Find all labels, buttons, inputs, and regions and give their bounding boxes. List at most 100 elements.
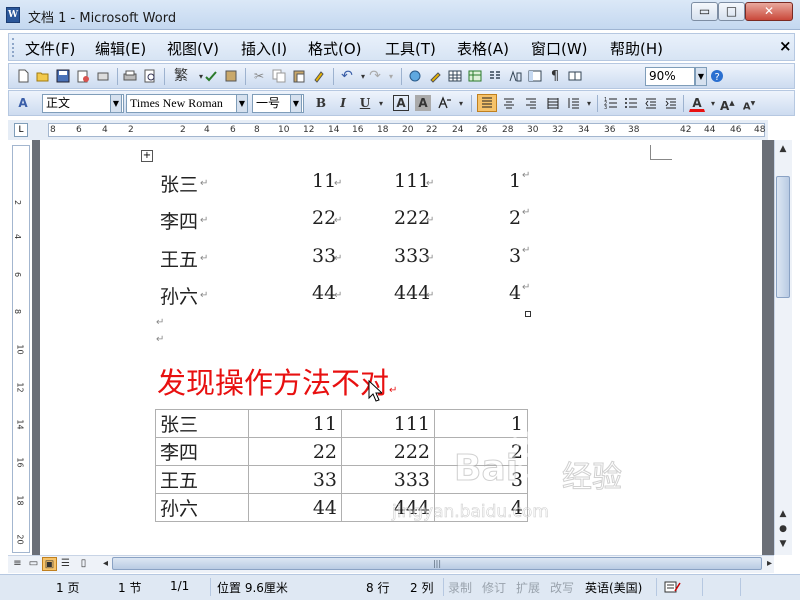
font-combo[interactable]: Times New Roman: [126, 94, 248, 113]
table-move-handle-icon[interactable]: +: [141, 150, 153, 162]
align-right-icon[interactable]: [523, 95, 539, 111]
bullets-icon[interactable]: [623, 95, 639, 111]
shrink-font-icon[interactable]: A▼: [741, 95, 757, 112]
spelling-icon[interactable]: [203, 68, 219, 84]
redo-dropdown-icon[interactable]: ▾: [383, 68, 399, 84]
read-icon[interactable]: [567, 68, 583, 84]
horizontal-scroll-thumb[interactable]: |||: [112, 557, 762, 570]
scroll-right-icon[interactable]: ▸: [762, 557, 777, 571]
redo-icon[interactable]: ↷: [367, 68, 383, 84]
status-language[interactable]: 英语(美国): [585, 579, 642, 596]
bold-button[interactable]: B: [313, 95, 329, 111]
menu-file[interactable]: 文件(F): [25, 38, 75, 59]
table-cell-b[interactable]: 222: [341, 437, 435, 466]
font-dropdown-icon[interactable]: ▼: [236, 94, 248, 113]
underline-dropdown-icon[interactable]: ▾: [373, 95, 389, 111]
menu-insert[interactable]: 插入(I): [241, 38, 287, 59]
document-map-icon[interactable]: [527, 68, 543, 84]
style-dropdown-icon[interactable]: ▼: [110, 94, 122, 113]
table-cell-name[interactable]: 李四: [155, 437, 249, 466]
font-color-button[interactable]: A: [689, 95, 705, 112]
columns-icon[interactable]: [487, 68, 503, 84]
align-justify-button[interactable]: [477, 94, 497, 112]
italic-button[interactable]: I: [335, 95, 351, 111]
menu-edit[interactable]: 编辑(E): [95, 38, 146, 59]
save-icon[interactable]: [55, 68, 71, 84]
insert-table-icon[interactable]: [447, 68, 463, 84]
tabbed-row[interactable]: 王五 ↵ 33 ↵ 333 ↵ 3 ↵: [160, 245, 540, 271]
styles-pane-icon[interactable]: A: [15, 95, 31, 111]
table-cell-a[interactable]: 44: [248, 493, 342, 522]
reading-view-icon[interactable]: ▯: [76, 557, 91, 571]
table-cell-name[interactable]: 张三: [155, 409, 249, 438]
show-hide-icon[interactable]: ¶: [547, 68, 563, 84]
table-cell-b[interactable]: 111: [341, 409, 435, 438]
copy-icon[interactable]: [271, 68, 287, 84]
underline-button[interactable]: U: [357, 95, 373, 111]
decrease-indent-icon[interactable]: [643, 95, 659, 111]
table-cell-name[interactable]: 王五: [155, 465, 249, 494]
open-folder-icon[interactable]: [35, 68, 51, 84]
tabbed-row[interactable]: 李四 ↵ 22 ↵ 222 ↵ 2 ↵: [160, 207, 540, 233]
help-icon[interactable]: ?: [709, 68, 725, 84]
menu-format[interactable]: 格式(O): [308, 38, 362, 59]
minimize-button[interactable]: ▭: [691, 2, 718, 21]
research-icon[interactable]: [223, 68, 239, 84]
traditional-chinese-button[interactable]: 繁: [170, 68, 192, 84]
email-icon[interactable]: [95, 68, 111, 84]
zoom-dropdown-icon[interactable]: ▼: [695, 67, 707, 86]
menu-tools[interactable]: 工具(T): [385, 38, 436, 59]
numbering-icon[interactable]: 123: [603, 95, 619, 111]
browse-object-icon[interactable]: ●: [776, 523, 790, 537]
drawing-icon[interactable]: [507, 68, 523, 84]
new-document-icon[interactable]: [15, 68, 31, 84]
table-resize-handle[interactable]: [525, 311, 531, 317]
line-spacing-icon[interactable]: [565, 95, 581, 111]
status-track-changes[interactable]: 修订: [482, 579, 506, 596]
scroll-left-icon[interactable]: ◂: [98, 557, 113, 571]
char-shading-button[interactable]: A: [415, 95, 431, 111]
insert-excel-icon[interactable]: [467, 68, 483, 84]
table-cell-a[interactable]: 11: [248, 409, 342, 438]
menu-window[interactable]: 窗口(W): [531, 38, 588, 59]
tables-borders-icon[interactable]: [427, 68, 443, 84]
status-overtype[interactable]: 改写: [550, 579, 574, 596]
table-cell-a[interactable]: 22: [248, 437, 342, 466]
grow-font-icon[interactable]: A▲: [719, 95, 735, 113]
cut-icon[interactable]: ✂: [251, 68, 267, 84]
spelling-status-icon[interactable]: [664, 580, 682, 597]
tabbed-row[interactable]: 孙六 ↵ 44 ↵ 444 ↵ 4 ↵: [160, 282, 540, 308]
permission-icon[interactable]: [75, 68, 91, 84]
line-spacing-dropdown-icon[interactable]: ▾: [581, 95, 597, 111]
word-app-icon[interactable]: W: [6, 7, 20, 23]
print-layout-icon[interactable]: ▣: [42, 557, 57, 571]
distributed-icon[interactable]: [545, 95, 561, 111]
format-painter-icon[interactable]: [311, 68, 327, 84]
menu-table[interactable]: 表格(A): [457, 38, 509, 59]
vertical-scroll-thumb[interactable]: [776, 176, 790, 298]
font-size-dropdown-icon[interactable]: ▼: [290, 94, 302, 113]
char-border-button[interactable]: A: [393, 95, 409, 111]
align-center-icon[interactable]: [501, 95, 517, 111]
hyperlink-icon[interactable]: [407, 68, 423, 84]
red-heading-text[interactable]: 发现操作方法不对↵: [157, 360, 397, 402]
char-scaling-icon[interactable]: [437, 95, 453, 111]
table-cell-a[interactable]: 33: [248, 465, 342, 494]
print-preview-icon[interactable]: [142, 68, 158, 84]
increase-indent-icon[interactable]: [663, 95, 679, 111]
zoom-combo[interactable]: 90%: [645, 67, 695, 86]
menu-help[interactable]: 帮助(H): [610, 38, 663, 59]
char-scaling-dropdown-icon[interactable]: ▾: [453, 95, 469, 111]
table-cell-b[interactable]: 333: [341, 465, 435, 494]
tabbed-row[interactable]: 张三 ↵ 11 ↵ 111 ↵ 1 ↵: [160, 170, 540, 196]
web-view-icon[interactable]: ▭: [26, 557, 41, 571]
outline-view-icon[interactable]: ☰: [58, 557, 73, 571]
status-extend[interactable]: 扩展: [516, 579, 540, 596]
status-record[interactable]: 录制: [448, 579, 472, 596]
next-page-icon[interactable]: ▼: [776, 538, 790, 552]
maximize-button[interactable]: □: [718, 2, 745, 21]
close-button[interactable]: ✕: [745, 2, 793, 21]
menubar-grip[interactable]: [12, 38, 16, 57]
scroll-up-icon[interactable]: ▲: [776, 143, 790, 157]
prev-page-icon[interactable]: ▲: [776, 508, 790, 522]
